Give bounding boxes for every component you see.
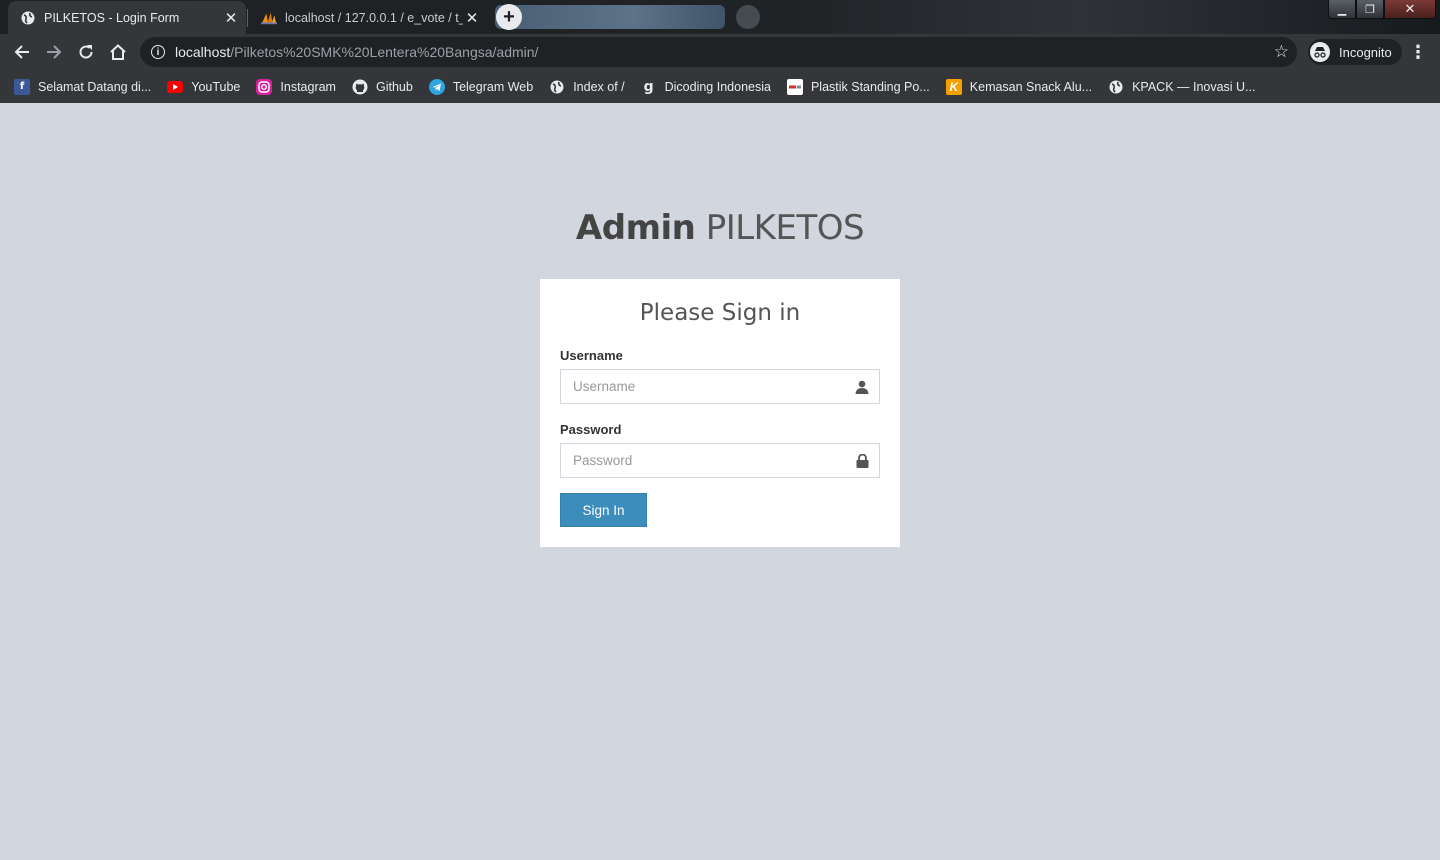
dicoding-icon: g xyxy=(643,78,654,95)
logo-light-text: PILKETOS xyxy=(705,208,865,248)
username-field xyxy=(560,369,880,404)
username-input[interactable] xyxy=(561,370,845,403)
forward-arrow-icon[interactable] xyxy=(40,38,68,66)
back-arrow-icon[interactable] xyxy=(8,38,36,66)
tab-phpmyadmin[interactable]: localhost / 127.0.0.1 / e_vote / t_ ✕ xyxy=(249,1,487,34)
browser-title-bar: PILKETOS - Login Form ✕ localhost / 127.… xyxy=(0,0,1440,34)
bookmark-label: Telegram Web xyxy=(452,79,534,94)
bookmark-label: Index of / xyxy=(573,79,625,94)
bookmark-item[interactable]: Github xyxy=(352,79,413,95)
k-icon: K xyxy=(945,78,962,95)
window-controls: ▁ ❐ ✕ xyxy=(1328,0,1436,19)
bookmark-label: Github xyxy=(375,79,413,94)
instagram-icon xyxy=(256,78,273,95)
login-logo: Admin PILKETOS xyxy=(0,208,1440,248)
background-window-tab xyxy=(495,5,725,29)
bookmark-label: Selamat Datang di... xyxy=(38,79,152,94)
background-window-button xyxy=(736,5,760,29)
github-icon xyxy=(352,79,368,95)
maximize-button[interactable]: ❐ xyxy=(1356,0,1384,19)
logo-bold-text: Admin xyxy=(575,208,696,248)
phpmyadmin-icon xyxy=(261,10,277,26)
bookmark-label: Plastik Standing Po... xyxy=(810,79,930,94)
address-bar[interactable]: i localhost/Pilketos%20SMK%20Lentera%20B… xyxy=(140,37,1297,67)
browser-toolbar: i localhost/Pilketos%20SMK%20Lentera%20B… xyxy=(0,34,1440,70)
globe-icon xyxy=(1108,79,1124,95)
minimize-button[interactable]: ▁ xyxy=(1328,0,1356,19)
site-info-icon[interactable]: i xyxy=(151,45,165,59)
bookmarks-bar: f Selamat Datang di... YouTube Instagram… xyxy=(0,70,1440,103)
bookmark-item[interactable]: g Dicoding Indonesia xyxy=(641,79,771,95)
bookmark-item[interactable]: Index of / xyxy=(549,79,625,95)
bookmark-item[interactable]: K Kemasan Snack Alu... xyxy=(945,78,1093,95)
reload-icon[interactable] xyxy=(72,38,100,66)
bookmark-label: Kemasan Snack Alu... xyxy=(969,79,1093,94)
bookmark-label: Instagram xyxy=(280,79,336,94)
globe-icon xyxy=(549,79,565,95)
tab-title: PILKETOS - Login Form xyxy=(44,10,180,25)
bookmark-label: KPACK — Inovasi U... xyxy=(1132,79,1256,94)
home-icon[interactable] xyxy=(104,38,132,66)
bookmark-item[interactable]: Telegram Web xyxy=(428,78,534,95)
bookmark-label: Dicoding Indonesia xyxy=(664,79,771,94)
bookmark-star-icon[interactable]: ☆ xyxy=(1274,42,1289,62)
incognito-icon xyxy=(1310,42,1330,62)
lock-icon xyxy=(845,453,879,468)
sign-in-button[interactable]: Sign In xyxy=(560,493,647,527)
incognito-label: Incognito xyxy=(1339,44,1392,60)
close-tab-icon[interactable]: ✕ xyxy=(463,9,481,27)
tab-pilketos-login[interactable]: PILKETOS - Login Form ✕ xyxy=(8,1,246,34)
bookmark-item[interactable]: Plastik Standing Po... xyxy=(786,78,930,95)
bookmark-item[interactable]: KPACK — Inovasi U... xyxy=(1108,79,1256,95)
new-tab-button[interactable]: + xyxy=(496,4,522,30)
bookmark-item[interactable]: f Selamat Datang di... xyxy=(14,78,152,95)
login-box-title: Please Sign in xyxy=(639,300,801,326)
bookmark-item[interactable]: Instagram xyxy=(256,78,336,95)
user-icon xyxy=(845,380,879,394)
login-box: Please Sign in Username Password Sign In xyxy=(540,279,900,547)
globe-icon xyxy=(20,10,36,26)
telegram-icon xyxy=(428,78,445,95)
bookmark-label: YouTube xyxy=(191,79,241,94)
facebook-icon: f xyxy=(14,78,30,95)
bookmark-item[interactable]: YouTube xyxy=(167,79,240,95)
password-input[interactable] xyxy=(561,444,845,477)
incognito-indicator[interactable]: Incognito xyxy=(1308,39,1402,65)
url-text: localhost/Pilketos%20SMK%20Lentera%20Ban… xyxy=(175,44,539,60)
youtube-icon xyxy=(167,79,184,95)
more-menu-icon[interactable]: ⋮ xyxy=(1408,40,1428,64)
tab-divider xyxy=(247,9,248,27)
close-window-button[interactable]: ✕ xyxy=(1384,0,1436,19)
username-label: Username xyxy=(560,348,623,363)
close-tab-icon[interactable]: ✕ xyxy=(222,9,240,27)
password-field xyxy=(560,443,880,478)
tab-title: localhost / 127.0.0.1 / e_vote / t_ xyxy=(285,10,463,25)
password-label: Password xyxy=(560,422,622,437)
store-icon xyxy=(786,78,803,95)
